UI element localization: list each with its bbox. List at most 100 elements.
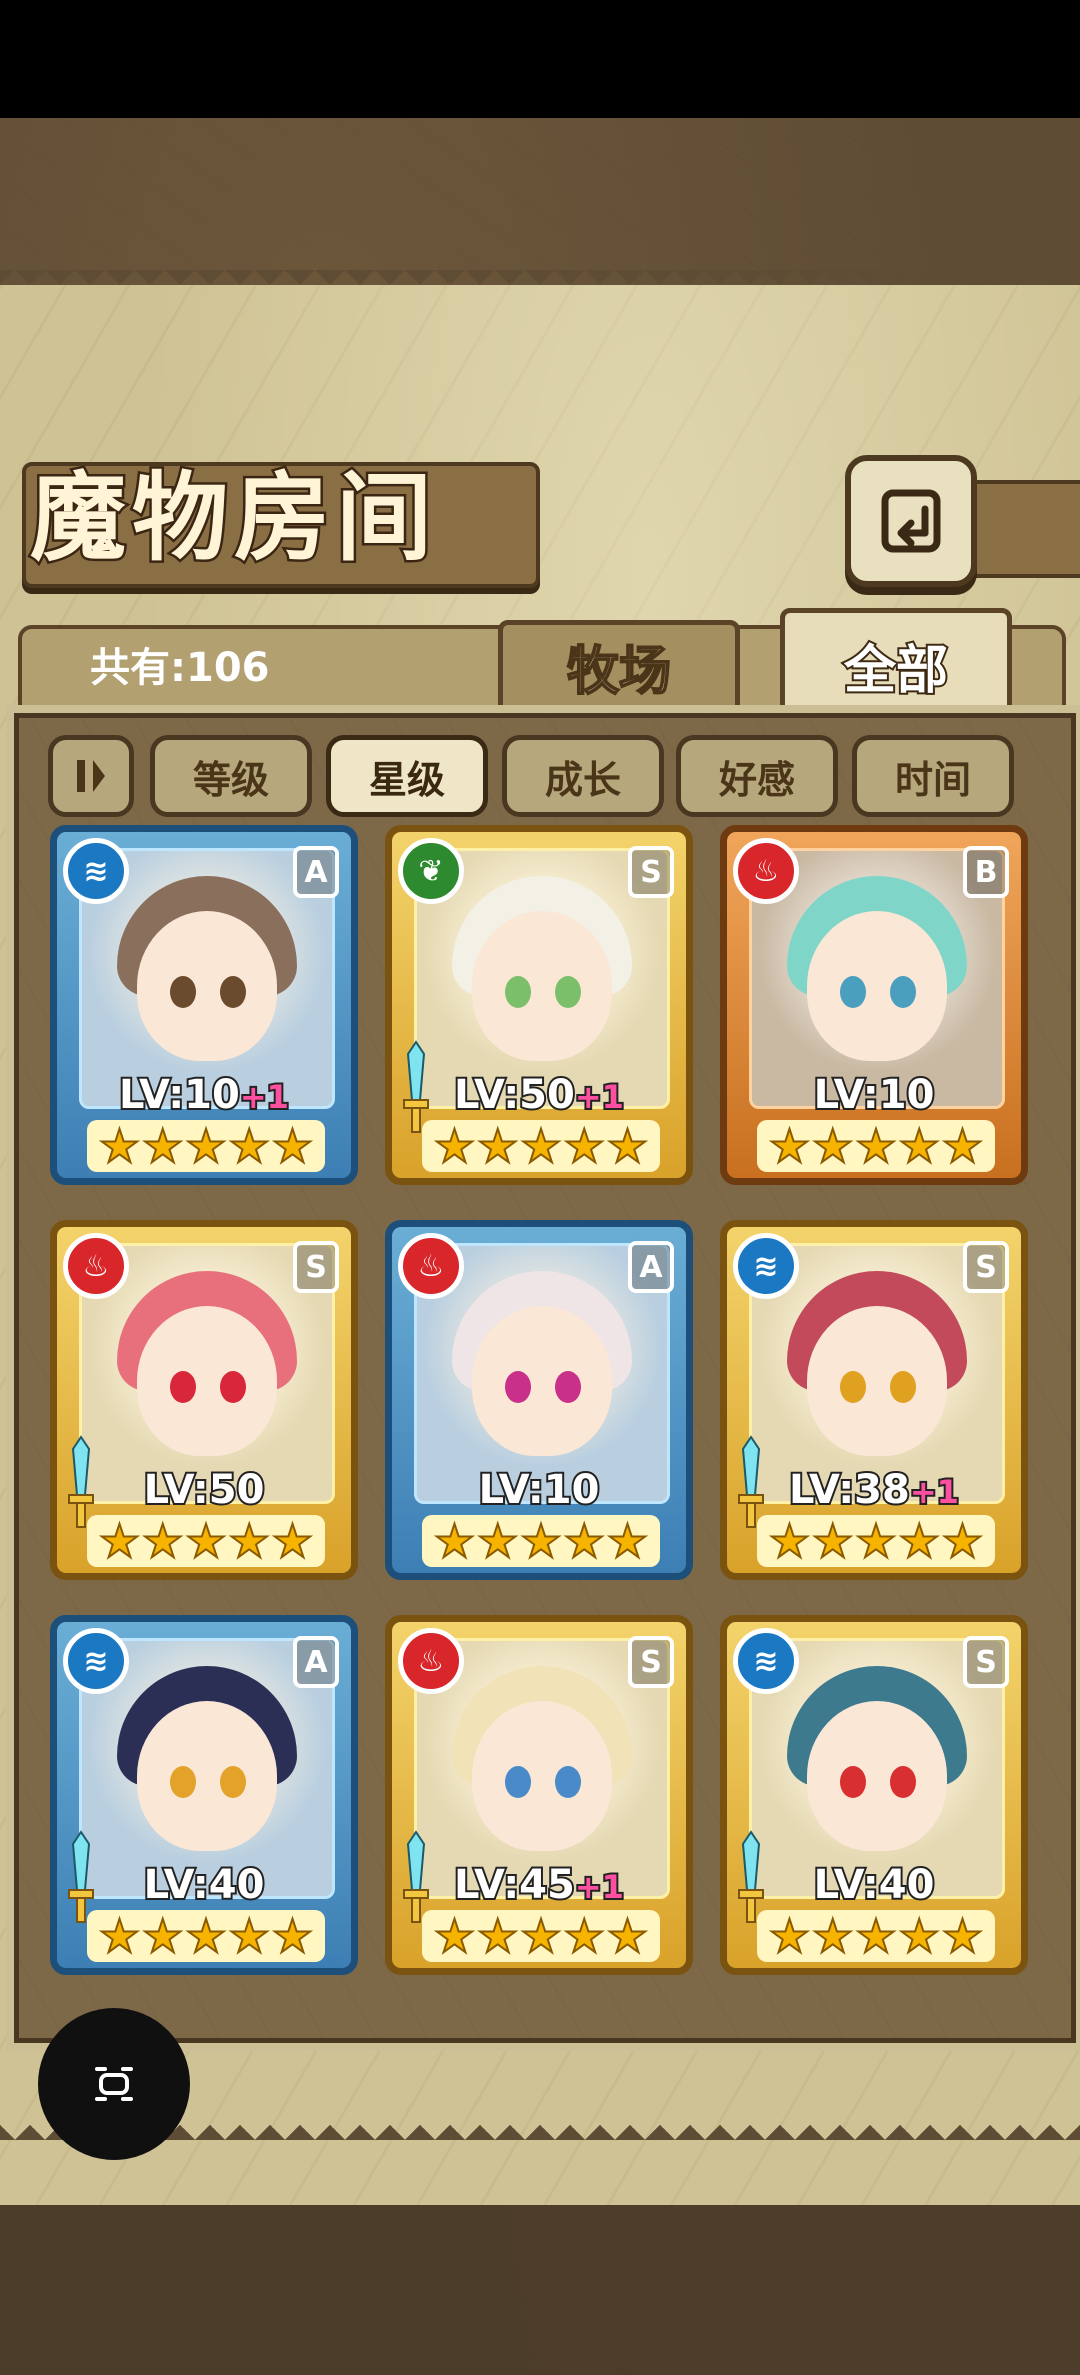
star-icon: ★: [228, 1119, 271, 1173]
floating-screenshot-button[interactable]: [38, 2008, 190, 2160]
bottom-map-strip: [0, 2205, 1080, 2375]
star-icon: ★: [184, 1119, 227, 1173]
star-icon: ★: [98, 1119, 141, 1173]
monster-face: [807, 1306, 947, 1456]
monster-card[interactable]: ♨ S LV:50 ★ ★ ★ ★ ★: [50, 1220, 358, 1580]
star-icon: ★: [606, 1909, 649, 1963]
monster-face: [472, 1306, 612, 1456]
star-icon: ★: [898, 1909, 941, 1963]
rank-badge: B: [963, 846, 1009, 898]
back-button[interactable]: [845, 455, 977, 587]
monster-card[interactable]: ♨ A LV:10 ★ ★ ★ ★ ★: [385, 1220, 693, 1580]
monster-level: LV:10: [392, 1465, 686, 1515]
monster-face: [807, 911, 947, 1061]
return-arrow-icon: [881, 489, 941, 553]
monster-eye: [840, 1371, 866, 1403]
star-icon: ★: [476, 1119, 519, 1173]
fire-element-icon: ♨: [733, 838, 799, 904]
monster-face: [137, 1701, 277, 1851]
level-text: LV:50: [142, 1465, 267, 1515]
star-icon: ★: [433, 1514, 476, 1568]
monster-eye: [220, 1371, 246, 1403]
star-icon: ★: [476, 1909, 519, 1963]
sort-growth-button[interactable]: 成长: [502, 735, 664, 817]
star-rating: ★ ★ ★ ★ ★: [757, 1120, 995, 1172]
monster-face: [137, 1306, 277, 1456]
star-icon: ★: [898, 1514, 941, 1568]
monster-eye: [555, 976, 581, 1008]
star-icon: ★: [141, 1119, 184, 1173]
monster-level: LV:10: [727, 1070, 1021, 1120]
level-text: LV:10: [477, 1465, 602, 1515]
fire-element-icon: ♨: [398, 1628, 464, 1694]
rank-badge: A: [293, 846, 339, 898]
star-icon: ★: [141, 1909, 184, 1963]
monster-level: LV:40: [57, 1860, 351, 1910]
monster-eye: [505, 976, 531, 1008]
sort-time-button[interactable]: 时间: [852, 735, 1014, 817]
level-bonus: +1: [238, 1076, 291, 1118]
monster-card[interactable]: ≋ S LV:40 ★ ★ ★ ★ ★: [720, 1615, 1028, 1975]
star-rating: ★ ★ ★ ★ ★: [422, 1910, 660, 1962]
nature-element-icon: ❦: [398, 838, 464, 904]
level-text: LV:38: [787, 1465, 912, 1515]
monster-eye: [555, 1766, 581, 1798]
tab-ranch[interactable]: 牧场: [498, 620, 740, 712]
star-rating: ★ ★ ★ ★ ★: [87, 1515, 325, 1567]
status-bar: [0, 0, 1080, 118]
monster-card[interactable]: ≋ A LV:40 ★ ★ ★ ★ ★: [50, 1615, 358, 1975]
star-icon: ★: [271, 1119, 314, 1173]
monster-eye: [170, 976, 196, 1008]
level-bonus: +1: [908, 1471, 961, 1513]
star-rating: ★ ★ ★ ★ ★: [87, 1910, 325, 1962]
monster-level: LV:50+1: [392, 1070, 686, 1120]
monster-card[interactable]: ♨ S LV:45+1 ★ ★ ★ ★ ★: [385, 1615, 693, 1975]
water-element-icon: ≋: [63, 1628, 129, 1694]
monster-eye: [505, 1371, 531, 1403]
rank-badge: A: [628, 1241, 674, 1293]
star-icon: ★: [941, 1514, 984, 1568]
level-bonus: +1: [573, 1076, 626, 1118]
sort-level-button[interactable]: 等级: [150, 735, 312, 817]
star-rating: ★ ★ ★ ★ ★: [422, 1120, 660, 1172]
water-element-icon: ≋: [63, 838, 129, 904]
rank-badge: S: [628, 846, 674, 898]
sort-star-button[interactable]: 星级: [326, 735, 488, 817]
star-icon: ★: [271, 1514, 314, 1568]
monster-eye: [840, 976, 866, 1008]
monster-card[interactable]: ♨ B LV:10 ★ ★ ★ ★ ★: [720, 825, 1028, 1185]
star-icon: ★: [811, 1514, 854, 1568]
star-icon: ★: [98, 1909, 141, 1963]
monster-card[interactable]: ≋ A LV:10+1 ★ ★ ★ ★ ★: [50, 825, 358, 1185]
star-icon: ★: [854, 1514, 897, 1568]
parchment-top-edge: [0, 270, 1080, 300]
sort-affection-button[interactable]: 好感: [676, 735, 838, 817]
back-button-rail: [965, 480, 1080, 578]
level-text: LV:45: [452, 1860, 577, 1910]
level-text: LV:50: [452, 1070, 577, 1120]
star-icon: ★: [476, 1514, 519, 1568]
rank-badge: S: [963, 1241, 1009, 1293]
monster-card[interactable]: ❦ S LV:50+1 ★ ★ ★ ★ ★: [385, 825, 693, 1185]
star-icon: ★: [768, 1514, 811, 1568]
capture-icon: [95, 2067, 133, 2101]
monster-eye: [555, 1371, 581, 1403]
monster-level: LV:40: [727, 1860, 1021, 1910]
monster-eye: [220, 1766, 246, 1798]
star-icon: ★: [606, 1119, 649, 1173]
star-rating: ★ ★ ★ ★ ★: [757, 1910, 995, 1962]
star-icon: ★: [184, 1514, 227, 1568]
level-text: LV:40: [142, 1860, 267, 1910]
star-icon: ★: [184, 1909, 227, 1963]
monster-level: LV:38+1: [727, 1465, 1021, 1515]
page-title: 魔物房间: [28, 459, 438, 577]
monster-card[interactable]: ≋ S LV:38+1 ★ ★ ★ ★ ★: [720, 1220, 1028, 1580]
monster-level: LV:10+1: [57, 1070, 351, 1120]
sort-order-toggle[interactable]: [48, 735, 134, 817]
star-rating: ★ ★ ★ ★ ★: [757, 1515, 995, 1567]
star-icon: ★: [563, 1119, 606, 1173]
star-icon: ★: [98, 1514, 141, 1568]
monster-level: LV:50: [57, 1465, 351, 1515]
monster-level: LV:45+1: [392, 1860, 686, 1910]
star-icon: ★: [606, 1514, 649, 1568]
